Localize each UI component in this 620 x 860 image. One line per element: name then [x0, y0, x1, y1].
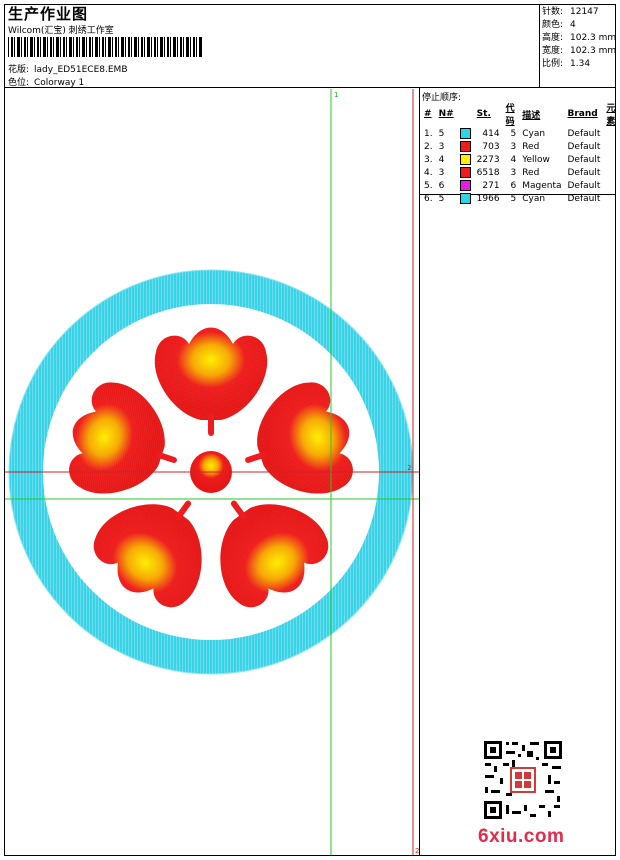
cell-index: 3. [424, 154, 433, 165]
color-swatch [459, 128, 471, 139]
cell-needle: 4 [438, 154, 445, 165]
colorway-label: 色位: [8, 78, 30, 88]
table-row: 4. 3 6518 3 Red Default [421, 166, 620, 179]
design-file-row: 花版: lady_ED51ECE8.EMB [8, 62, 128, 75]
color-swatch [459, 154, 471, 165]
cell-swatch [457, 179, 474, 192]
cell-stitches: 6518 [476, 167, 500, 178]
cell-code: 3 [510, 167, 517, 178]
stats-divider [539, 5, 540, 88]
col-index: # [424, 109, 432, 119]
cell-name: Yellow [522, 154, 550, 165]
col-brand: Brand [567, 109, 598, 119]
cell-index: 2. [424, 141, 433, 152]
stat-width: 宽度: 102.3 mm [542, 46, 617, 56]
table-header-row: # N# St. 代码 描述 Brand 元素 [421, 101, 620, 127]
petal [56, 373, 179, 510]
qr-code-icon [482, 739, 564, 821]
petal [154, 327, 268, 420]
col-stitches: St. [476, 109, 491, 119]
cell-code: 4 [510, 154, 517, 165]
panel-divider [419, 88, 420, 855]
colorway-row: 色位: Colorway 1 [8, 75, 84, 88]
table-row: 6. 5 1966 5 Cyan Default [421, 192, 620, 205]
cell-brand: Default [567, 193, 601, 204]
cell-needle: 3 [438, 167, 445, 178]
color-swatch [459, 180, 471, 191]
cell-index: 5. [424, 180, 433, 191]
cell-stitches: 1966 [476, 193, 500, 204]
col-swatch [457, 101, 474, 127]
page-title: 生产作业图 [8, 5, 89, 23]
cell-brand: Default [567, 167, 601, 178]
cell-needle: 5 [438, 193, 445, 204]
cell-swatch [457, 127, 474, 140]
cell-name: Cyan [522, 193, 546, 204]
cell-name: Red [522, 167, 540, 178]
software-subtitle: Wilcom(汇宝) 刺绣工作室 [8, 26, 114, 36]
cell-swatch [457, 140, 474, 153]
header-divider [5, 87, 616, 88]
cell-needle: 3 [438, 141, 445, 152]
cell-index: 4. [424, 167, 433, 178]
cell-index: 6. [424, 193, 433, 204]
cell-swatch [457, 192, 474, 205]
cell-stitches: 2273 [476, 154, 500, 165]
col-description: 描述 [522, 110, 541, 121]
cell-brand: Default [567, 141, 601, 152]
design-stats: 针数: 12147 颜色: 4 高度: 102.3 mm 宽度: 102.3 mm 比例… [542, 6, 616, 71]
cell-name: Red [522, 141, 540, 152]
cell-stitches: 703 [482, 141, 500, 152]
cell-swatch [457, 166, 474, 179]
stat-stitches: 针数: 12147 [542, 7, 599, 17]
color-swatch [459, 167, 471, 178]
guide-marker-top: 1 [334, 91, 338, 99]
cell-stitches: 271 [482, 180, 500, 191]
table-row: 1. 5 414 5 Cyan Default [421, 127, 620, 140]
site-logo: 6xiu.com [478, 826, 565, 847]
stat-colors: 颜色: 4 [542, 20, 576, 30]
col-needle: N# [438, 109, 454, 119]
cell-brand: Default [567, 154, 601, 165]
guide-marker-bottom: 2 [415, 847, 419, 855]
table-row: 5. 6 271 6 Magenta Default [421, 179, 620, 192]
cell-stitches: 414 [482, 128, 500, 139]
cell-name: Cyan [522, 128, 546, 139]
colorway-value: Colorway 1 [34, 78, 85, 88]
cell-needle: 5 [438, 128, 445, 139]
col-code: 代码 [505, 104, 515, 127]
seal-stamp-icon [510, 767, 536, 793]
design-file-label: 花版: [8, 65, 30, 75]
design-canvas: 1 2 2 [5, 89, 419, 855]
barcode-icon [8, 37, 203, 57]
cell-brand: Default [567, 128, 601, 139]
stat-scale: 比例: 1.34 [542, 59, 591, 69]
cell-code: 5 [510, 128, 517, 139]
cell-index: 1. [424, 128, 433, 139]
flower-stamens [155, 414, 267, 520]
design-file-value: lady_ED51ECE8.EMB [34, 65, 128, 75]
cell-code: 5 [510, 193, 517, 204]
cell-code: 6 [510, 180, 517, 191]
color-swatch [459, 141, 471, 152]
col-element: 元素 [606, 104, 616, 127]
cell-name: Magenta [522, 180, 562, 191]
table-row: 3. 4 2273 4 Yellow Default [421, 153, 620, 166]
color-swatch [459, 193, 471, 204]
stop-sequence-table: # N# St. 代码 描述 Brand 元素 1. 5 414 5 Cyan Defau… [421, 101, 620, 205]
guide-marker-right: 2 [407, 464, 411, 472]
petal [243, 373, 366, 510]
cell-needle: 6 [438, 180, 445, 191]
stat-height: 高度: 102.3 mm [542, 33, 617, 43]
table-row: 2. 3 703 3 Red Default [421, 140, 620, 153]
cell-code: 3 [510, 141, 517, 152]
cell-swatch [457, 153, 474, 166]
cell-brand: Default [567, 180, 601, 191]
